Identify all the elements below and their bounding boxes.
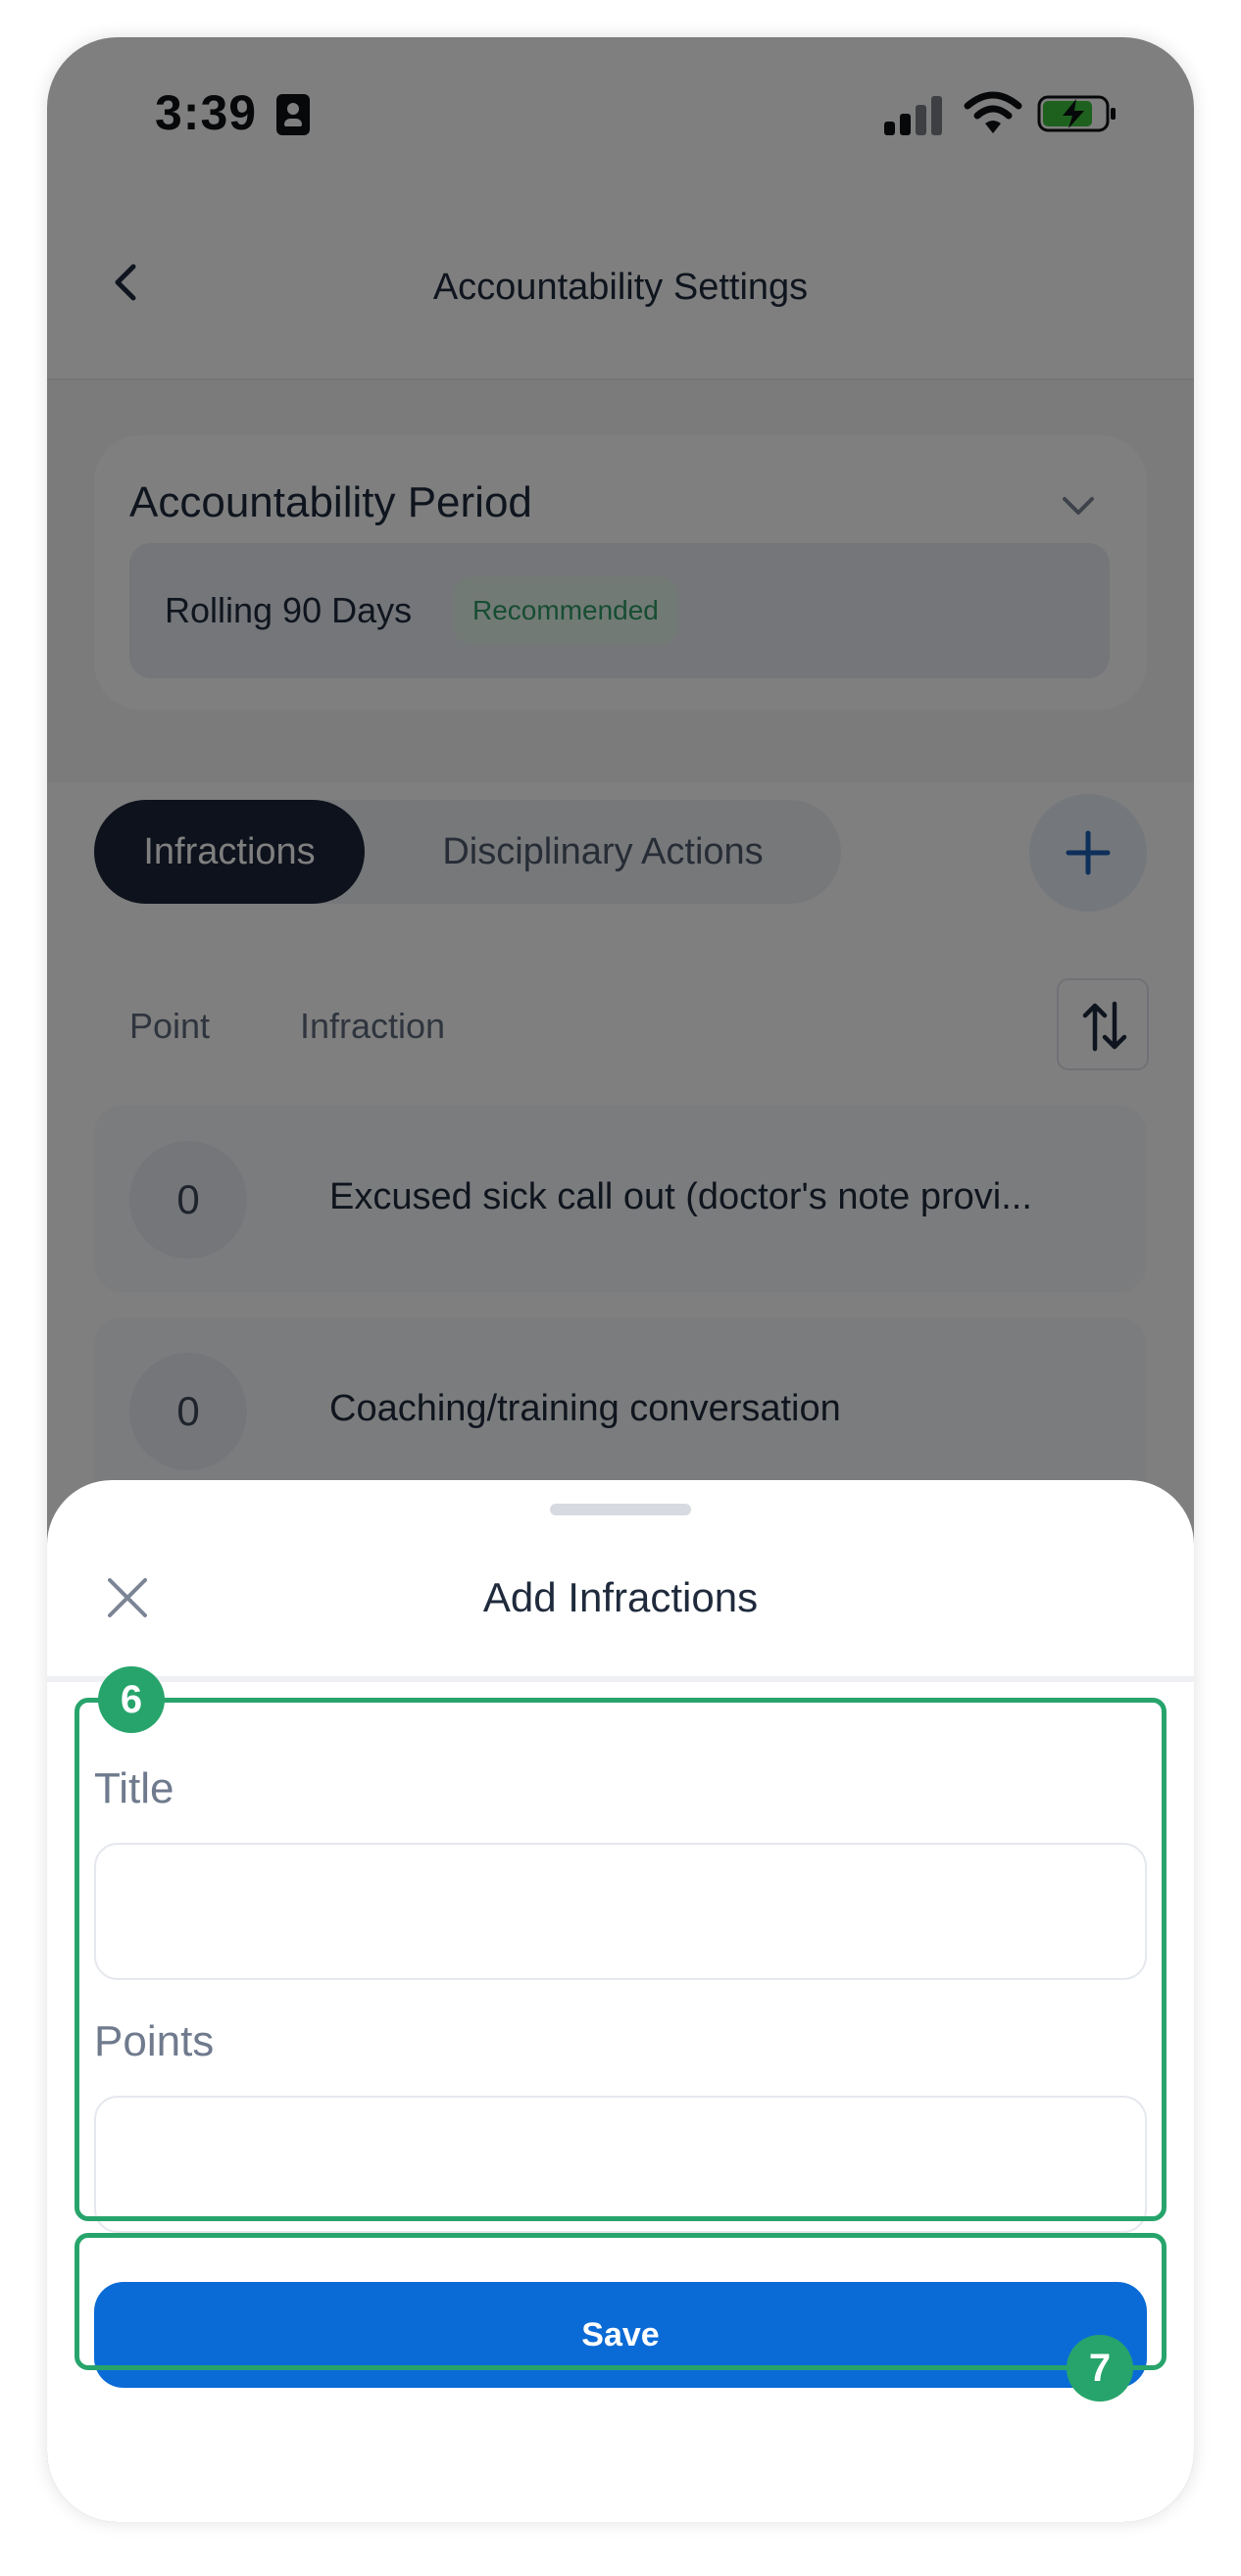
sheet-grabber[interactable] — [550, 1504, 691, 1515]
fields-highlight-box — [74, 1698, 1167, 2221]
step-badge: 6 — [98, 1666, 165, 1733]
sheet-divider — [47, 1676, 1194, 1682]
sheet-title: Add Infractions — [482, 1574, 759, 1620]
save-highlight-box — [74, 2233, 1167, 2370]
step-badge: 7 — [1067, 2335, 1133, 2402]
phone-screen: 3:39 Accountability Settings Accountabil… — [47, 37, 1194, 2522]
